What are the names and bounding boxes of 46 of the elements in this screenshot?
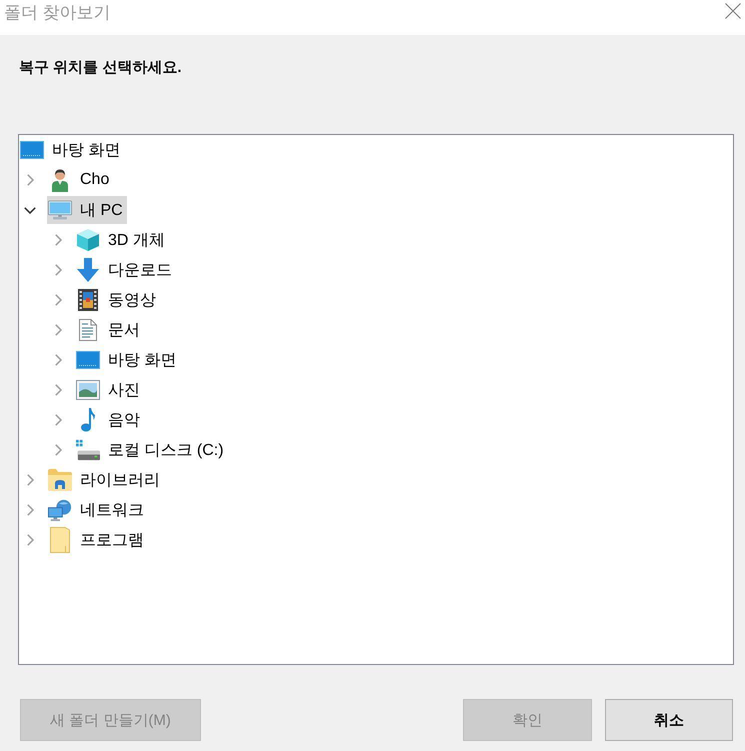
user-icon — [51, 168, 69, 192]
tree-item[interactable]: 네트워크 — [47, 496, 148, 524]
chevron-right-icon[interactable] — [26, 174, 34, 186]
music-note-icon — [81, 408, 95, 432]
picture-icon — [76, 380, 100, 400]
chevron-right-icon[interactable] — [54, 264, 62, 276]
cube-icon — [76, 228, 100, 252]
film-icon — [78, 289, 98, 311]
tree-item[interactable]: 바탕 화면 — [75, 346, 180, 374]
chevron-right-icon[interactable] — [54, 384, 62, 396]
tree-item[interactable]: 음악 — [75, 406, 144, 434]
chevron-down-icon[interactable] — [24, 206, 36, 214]
folder-icon — [50, 527, 70, 553]
cancel-button[interactable]: 취소 — [605, 699, 733, 741]
tree-item[interactable]: 다운로드 — [75, 256, 176, 284]
arrow-down-icon — [77, 258, 99, 282]
monitor-icon — [48, 199, 72, 221]
close-icon — [725, 3, 741, 19]
drive-icon — [76, 439, 100, 461]
desktop-icon — [20, 141, 44, 159]
chevron-right-icon[interactable] — [54, 444, 62, 456]
tree-item[interactable]: 바탕 화면 — [19, 136, 124, 164]
tree-item[interactable]: 문서 — [75, 316, 144, 344]
close-button[interactable] — [725, 3, 741, 19]
chevron-right-icon[interactable] — [26, 504, 34, 516]
chevron-right-icon[interactable] — [26, 474, 34, 486]
globe-monitor-icon — [48, 498, 72, 522]
desktop-icon — [76, 351, 100, 369]
tree-item[interactable]: Cho — [47, 166, 114, 194]
tree-item[interactable]: 라이브러리 — [47, 466, 164, 494]
tree-item[interactable]: 내 PC — [47, 196, 127, 224]
chevron-right-icon[interactable] — [54, 294, 62, 306]
tree-item[interactable]: 3D 개체 — [75, 226, 169, 254]
tree-item[interactable]: 로컬 디스크 (C:) — [75, 436, 228, 464]
tree-item[interactable]: 사진 — [75, 376, 144, 404]
chevron-right-icon[interactable] — [26, 534, 34, 546]
library-icon — [48, 469, 72, 491]
tree-item[interactable]: 프로그램 — [47, 526, 148, 554]
tree-item[interactable]: 동영상 — [75, 286, 160, 314]
chevron-right-icon[interactable] — [54, 234, 62, 246]
chevron-right-icon[interactable] — [54, 414, 62, 426]
document-icon — [79, 319, 97, 341]
chevron-right-icon[interactable] — [54, 324, 62, 336]
chevron-right-icon[interactable] — [54, 354, 62, 366]
window-title: 폴더 찾아보기 — [4, 2, 111, 24]
instruction-text: 복구 위치를 선택하세요. — [19, 58, 182, 78]
